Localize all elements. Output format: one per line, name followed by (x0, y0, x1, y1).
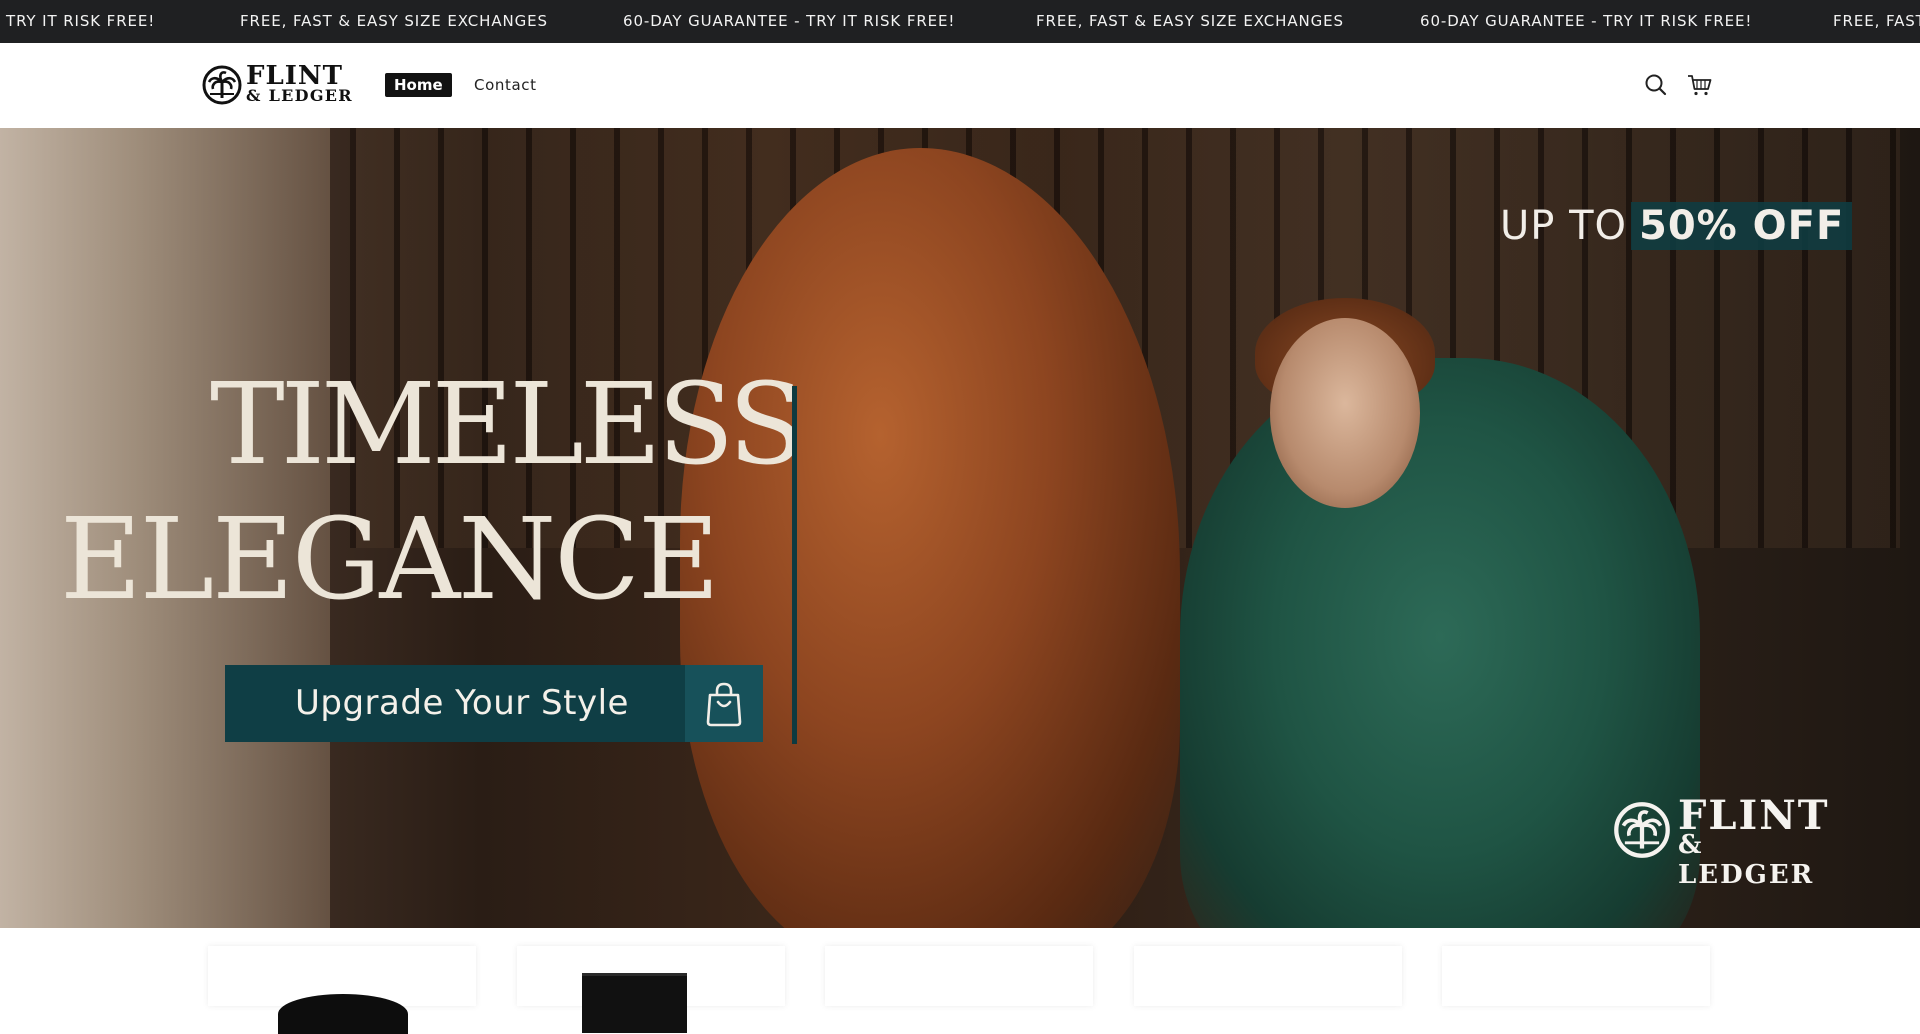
shopping-bag-icon[interactable] (685, 665, 763, 742)
hero-divider (792, 386, 797, 744)
logo-line2: & LEDGER (246, 86, 353, 105)
palm-emblem-icon (202, 65, 242, 105)
hero-logo-line2: & LEDGER (1678, 830, 1815, 890)
announcement-message: 60-DAY GUARANTEE - TRY IT RISK FREE! (623, 12, 956, 30)
product-image-cap (278, 994, 408, 1034)
nav-contact[interactable]: Contact (474, 73, 537, 97)
offer-highlight: 50% OFF (1631, 202, 1853, 250)
product-card[interactable] (517, 946, 785, 1033)
product-card[interactable] (208, 946, 476, 1034)
product-card[interactable] (1134, 946, 1402, 1006)
search-icon[interactable] (1642, 71, 1670, 99)
product-image-shorts (582, 973, 687, 1033)
announcement-message: FREE, FAST (1833, 12, 1920, 30)
announcement-message: TRY IT RISK FREE! (6, 12, 156, 30)
announcement-message: 60-DAY GUARANTEE - TRY IT RISK FREE! (1420, 12, 1753, 30)
hero-title-line2: ELEGANCE (60, 495, 720, 625)
cart-icon[interactable] (1686, 71, 1714, 99)
hero-brand-logo: FLINT & LEDGER (1612, 794, 1842, 890)
brand-logo[interactable]: FLINT & LEDGER (202, 63, 354, 107)
product-strip (0, 928, 1920, 1034)
product-card[interactable] (1442, 946, 1710, 1006)
site-header: FLINT & LEDGER Home Contact (0, 43, 1920, 128)
nav-home[interactable]: Home (385, 73, 452, 97)
upgrade-style-button[interactable]: Upgrade Your Style (225, 665, 685, 742)
hero-model-face (1270, 318, 1420, 508)
announcement-bar: TRY IT RISK FREE! FREE, FAST & EASY SIZE… (0, 0, 1920, 43)
announcement-message: FREE, FAST & EASY SIZE EXCHANGES (1036, 12, 1344, 30)
palm-emblem-icon (1614, 802, 1670, 858)
hero-title-line1: TIMELESS (210, 360, 805, 490)
hero-banner[interactable]: UP TO 50% OFF TIMELESS ELEGANCE Upgrade … (0, 128, 1920, 928)
announcement-message: FREE, FAST & EASY SIZE EXCHANGES (240, 12, 548, 30)
product-card[interactable] (825, 946, 1093, 1006)
offer-prefix: UP TO (1500, 203, 1628, 249)
